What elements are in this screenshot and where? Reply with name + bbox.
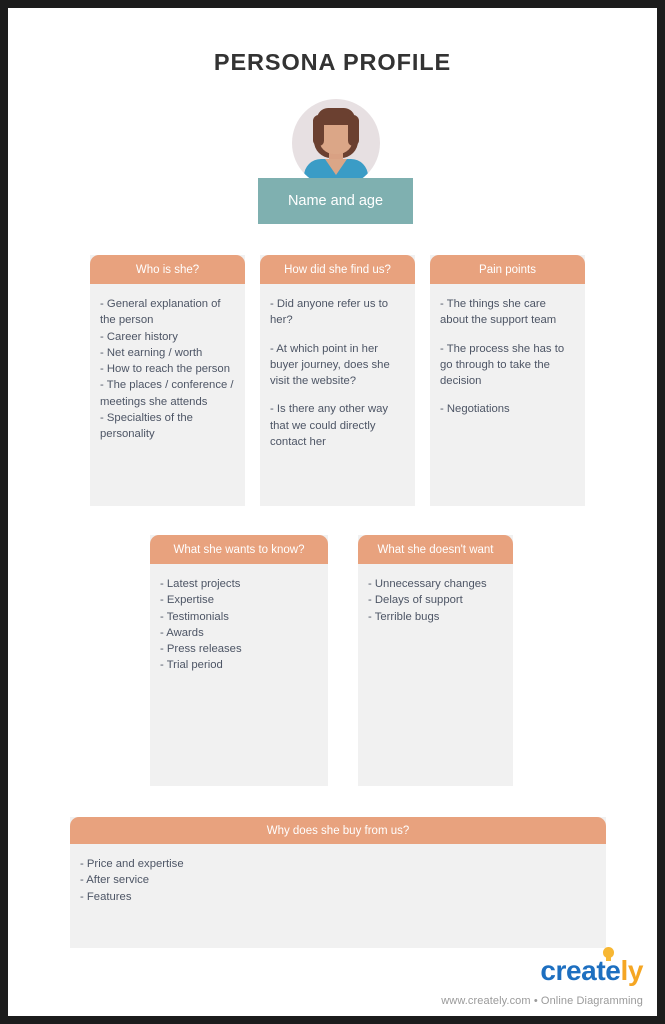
card-line-spacer [440, 329, 575, 341]
creately-logo[interactable]: creately [540, 947, 643, 988]
card-line: - Career history [100, 330, 178, 343]
card-how-did-she-find-us: How did she find us? - Did anyone refer … [260, 255, 415, 506]
lightbulb-icon [603, 947, 614, 962]
card-line: - At which point in her buyer journey, d… [270, 342, 393, 388]
card-line: - Expertise [160, 594, 214, 607]
card-why-does-she-buy-from-us: Why does she buy from us? - Price and ex… [70, 817, 606, 948]
card-body: - Price and expertise - After service - Fe… [70, 844, 606, 915]
page-title: PERSONA PROFILE [213, 49, 452, 75]
avatar-circle [292, 99, 380, 187]
avatar-hair-right-icon [348, 115, 359, 146]
card-line: - The things she care about the support … [440, 298, 557, 327]
card-line: - How to reach the person [100, 363, 230, 376]
card-line: - Negotiations [440, 403, 510, 416]
avatar-hair-left-icon [313, 115, 324, 146]
footer-credit: www.creately.com • Online Diagramming [441, 995, 643, 1007]
card-body: - General explanation of the person - Car… [90, 284, 245, 453]
card-line: - Features [80, 890, 132, 903]
card-header: Why does she buy from us? [70, 817, 606, 844]
card-header: Who is she? [90, 255, 245, 284]
card-line: - Delays of support [368, 594, 463, 607]
lightbulb-base [606, 957, 611, 961]
logo-text-secondary: ly [620, 955, 643, 986]
card-body: - Unnecessary changes - Delays of support… [358, 564, 513, 635]
card-who-is-she: Who is she? - General explanation of the… [90, 255, 245, 506]
card-line-spacer [440, 389, 575, 401]
card-line: - Price and expertise [80, 858, 184, 870]
card-line: - Press releases [160, 643, 242, 656]
card-header: What she doesn't want [358, 535, 513, 564]
card-body: - Did anyone refer us to her? - At which … [260, 284, 415, 460]
card-line: - Did anyone refer us to her? [270, 298, 392, 327]
avatar [292, 99, 380, 187]
card-header: How did she find us? [260, 255, 415, 284]
card-line-spacer [270, 389, 405, 401]
poster-page: PERSONA PROFILE Name and age Who is she?… [8, 8, 657, 1016]
card-header: What she wants to know? [150, 535, 328, 564]
name-and-age-bar: Name and age [258, 178, 413, 224]
card-body: - The things she care about the support … [430, 284, 585, 428]
card-line: - Unnecessary changes [368, 578, 487, 590]
card-line: - Latest projects [160, 578, 241, 590]
card-line: - Terrible bugs [368, 610, 440, 623]
card-what-she-doesnt-want: What she doesn't want - Unnecessary chan… [358, 535, 513, 786]
card-line: - Testimonials [160, 610, 229, 623]
card-header: Pain points [430, 255, 585, 284]
card-line: - Is there any other way that we could d… [270, 403, 392, 449]
card-line-spacer [270, 329, 405, 341]
card-line: - Specialties of the personality [100, 412, 197, 441]
card-body: - Latest projects - Expertise - Testimonia… [150, 564, 328, 684]
card-what-she-wants-to-know: What she wants to know? - Latest project… [150, 535, 328, 786]
card-line: - The process she has to go through to t… [440, 342, 568, 388]
card-line: - Awards [160, 626, 204, 639]
card-line: - Net earning / worth [100, 346, 203, 359]
card-line: - General explanation of the person [100, 298, 224, 327]
card-line: - The places / conference / meetings she… [100, 379, 237, 408]
creately-wordmark: creately [540, 954, 643, 988]
card-pain-points: Pain points - The things she care about … [430, 255, 585, 506]
name-and-age-label: Name and age [287, 193, 384, 209]
card-line: - After service [80, 874, 150, 887]
card-line: - Trial period [160, 659, 223, 672]
